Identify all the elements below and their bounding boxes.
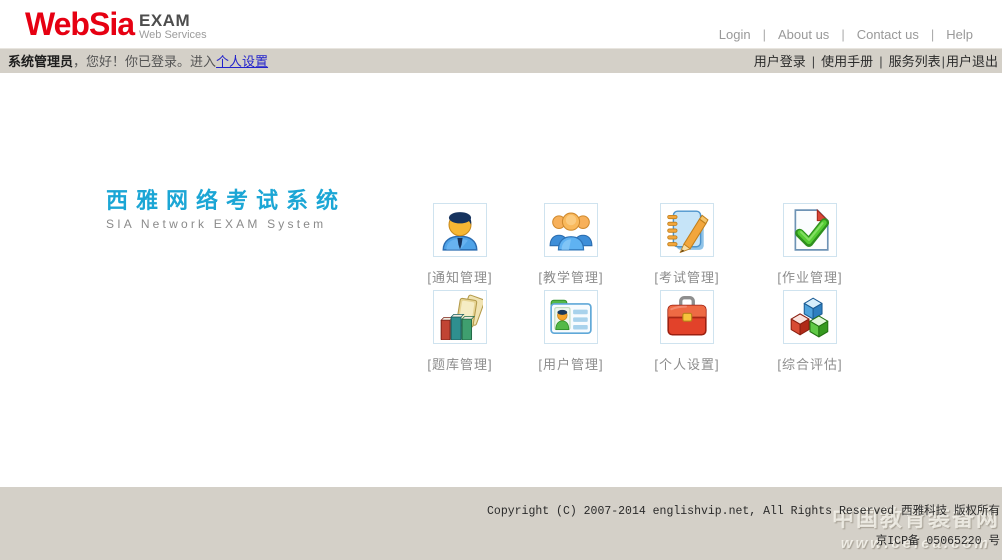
nav-help[interactable]: Help <box>946 27 973 42</box>
separator: | <box>812 54 815 69</box>
system-title: 西雅网络考试系统 <box>106 183 346 215</box>
copyright-text: Copyright (C) 2007-2014 englishvip.net, … <box>487 502 1000 518</box>
personal-settings-link[interactable]: 个人设置 <box>216 54 268 69</box>
module-label: [用户管理] <box>538 354 603 373</box>
header: WebSia EXAM Web Services Login | About us |… <box>0 0 1002 48</box>
module-label: [综合评估] <box>777 354 842 373</box>
module-label: [题库管理] <box>427 354 492 373</box>
hero: 西雅网络考试系统 SIA Network EXAM System <box>106 183 346 231</box>
footer: 中国教育装备网 www.ceiea.com Copyright (C) 2007… <box>0 487 1002 560</box>
icp-number: 京ICP备 05065220 号 <box>876 532 1000 548</box>
user-bar-links: 用户登录|使用手册|服务列表|用户退出 <box>754 49 998 74</box>
notebook-pencil-icon <box>660 203 714 257</box>
username: 系统管理员 <box>8 54 73 69</box>
module-label: [个人设置] <box>654 354 719 373</box>
separator: | <box>931 27 934 42</box>
module-label: [通知管理] <box>427 267 492 286</box>
brand-logo: WebSia EXAM Web Services <box>25 5 207 43</box>
id-card-icon <box>544 290 598 344</box>
module-label: [作业管理] <box>777 267 842 286</box>
module-homework-management[interactable]: [作业管理] <box>755 203 865 286</box>
separator: | <box>942 54 945 69</box>
logo-right-block: EXAM Web Services <box>139 12 207 41</box>
separator: | <box>841 27 844 42</box>
cubes-icon <box>783 290 837 344</box>
link-user-manual[interactable]: 使用手册 <box>821 54 873 69</box>
module-exam-management[interactable]: [考试管理] <box>632 203 742 286</box>
greeting-text: ，您好！你已登录。进入 <box>73 54 216 69</box>
separator: | <box>763 27 766 42</box>
nav-login[interactable]: Login <box>719 27 751 42</box>
briefcase-icon <box>660 290 714 344</box>
module-label: [考试管理] <box>654 267 719 286</box>
user-bar: 系统管理员，您好！你已登录。进入个人设置 用户登录|使用手册|服务列表|用户退出 <box>0 48 1002 73</box>
logo-tagline-text: Web Services <box>139 30 207 41</box>
separator: | <box>879 54 882 69</box>
module-notification-management[interactable]: [通知管理] <box>405 203 515 286</box>
logo-websia-text: WebSia <box>25 5 134 43</box>
system-subtitle: SIA Network EXAM System <box>106 217 346 231</box>
link-service-list[interactable]: 服务列表 <box>889 54 941 69</box>
module-user-management[interactable]: [用户管理] <box>516 290 626 373</box>
group-icon <box>544 203 598 257</box>
user-greeting: 系统管理员，您好！你已登录。进入个人设置 <box>8 49 268 74</box>
books-folder-icon <box>433 290 487 344</box>
nav-about-us[interactable]: About us <box>778 27 829 42</box>
module-question-bank-management[interactable]: [题库管理] <box>405 290 515 373</box>
logo-exam-text: EXAM <box>139 12 207 29</box>
link-user-logout[interactable]: 用户退出 <box>946 54 998 69</box>
module-teaching-management[interactable]: [教学管理] <box>516 203 626 286</box>
module-comprehensive-evaluation[interactable]: [综合评估] <box>755 290 865 373</box>
link-user-login[interactable]: 用户登录 <box>754 54 806 69</box>
module-label: [教学管理] <box>538 267 603 286</box>
nav-contact-us[interactable]: Contact us <box>857 27 919 42</box>
check-document-icon <box>783 203 837 257</box>
top-nav: Login | About us | Contact us | Help <box>710 27 982 42</box>
module-personal-settings[interactable]: [个人设置] <box>632 290 742 373</box>
person-icon <box>433 203 487 257</box>
